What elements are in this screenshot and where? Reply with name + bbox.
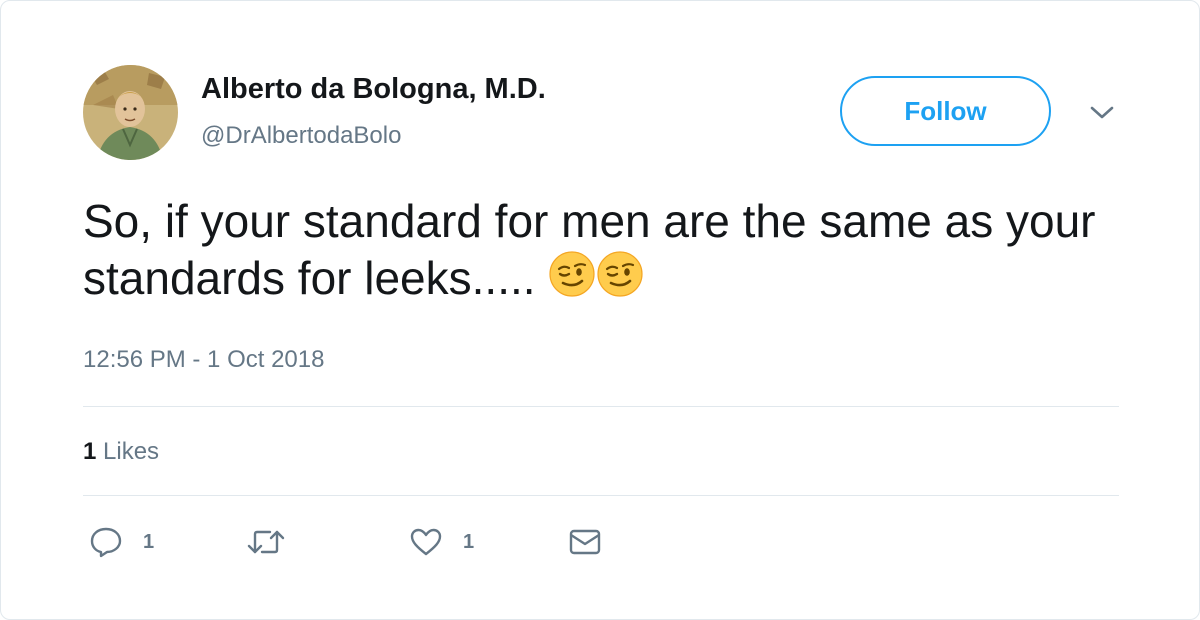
- avatar[interactable]: [83, 65, 178, 160]
- reply-count: 1: [143, 530, 155, 553]
- retweet-button[interactable]: [246, 525, 286, 559]
- tweet-timestamp[interactable]: 12:56 PM - 1 Oct 2018: [83, 346, 324, 374]
- retweet-icon: [247, 530, 285, 554]
- heart-icon: [410, 528, 442, 556]
- like-button[interactable]: 1: [409, 525, 474, 559]
- more-options-button[interactable]: [1087, 101, 1117, 125]
- like-count: 1: [463, 530, 475, 553]
- tweet-body: So, if your standard for men are the sam…: [83, 193, 1143, 311]
- likes-count: 1: [83, 438, 97, 465]
- divider: [83, 495, 1119, 496]
- winking-face-emoji: [548, 250, 596, 311]
- winking-face-emoji: [596, 250, 644, 311]
- tweet-card: Alberto da Bologna, M.D. @DrAlbertodaBol…: [0, 0, 1200, 620]
- direct-message-button[interactable]: [568, 525, 602, 559]
- follow-button[interactable]: Follow: [840, 76, 1051, 146]
- author-display-name[interactable]: Alberto da Bologna, M.D.: [201, 73, 546, 106]
- divider: [83, 406, 1119, 407]
- envelope-icon: [569, 529, 601, 555]
- avatar-image: [83, 65, 178, 160]
- chevron-down-icon: [1090, 106, 1114, 119]
- reply-button[interactable]: 1: [89, 525, 154, 559]
- author-handle[interactable]: @DrAlbertodaBolo: [201, 122, 401, 150]
- likes-stat[interactable]: 1 Likes: [83, 438, 159, 466]
- likes-label: Likes: [103, 438, 160, 465]
- reply-icon: [90, 527, 122, 558]
